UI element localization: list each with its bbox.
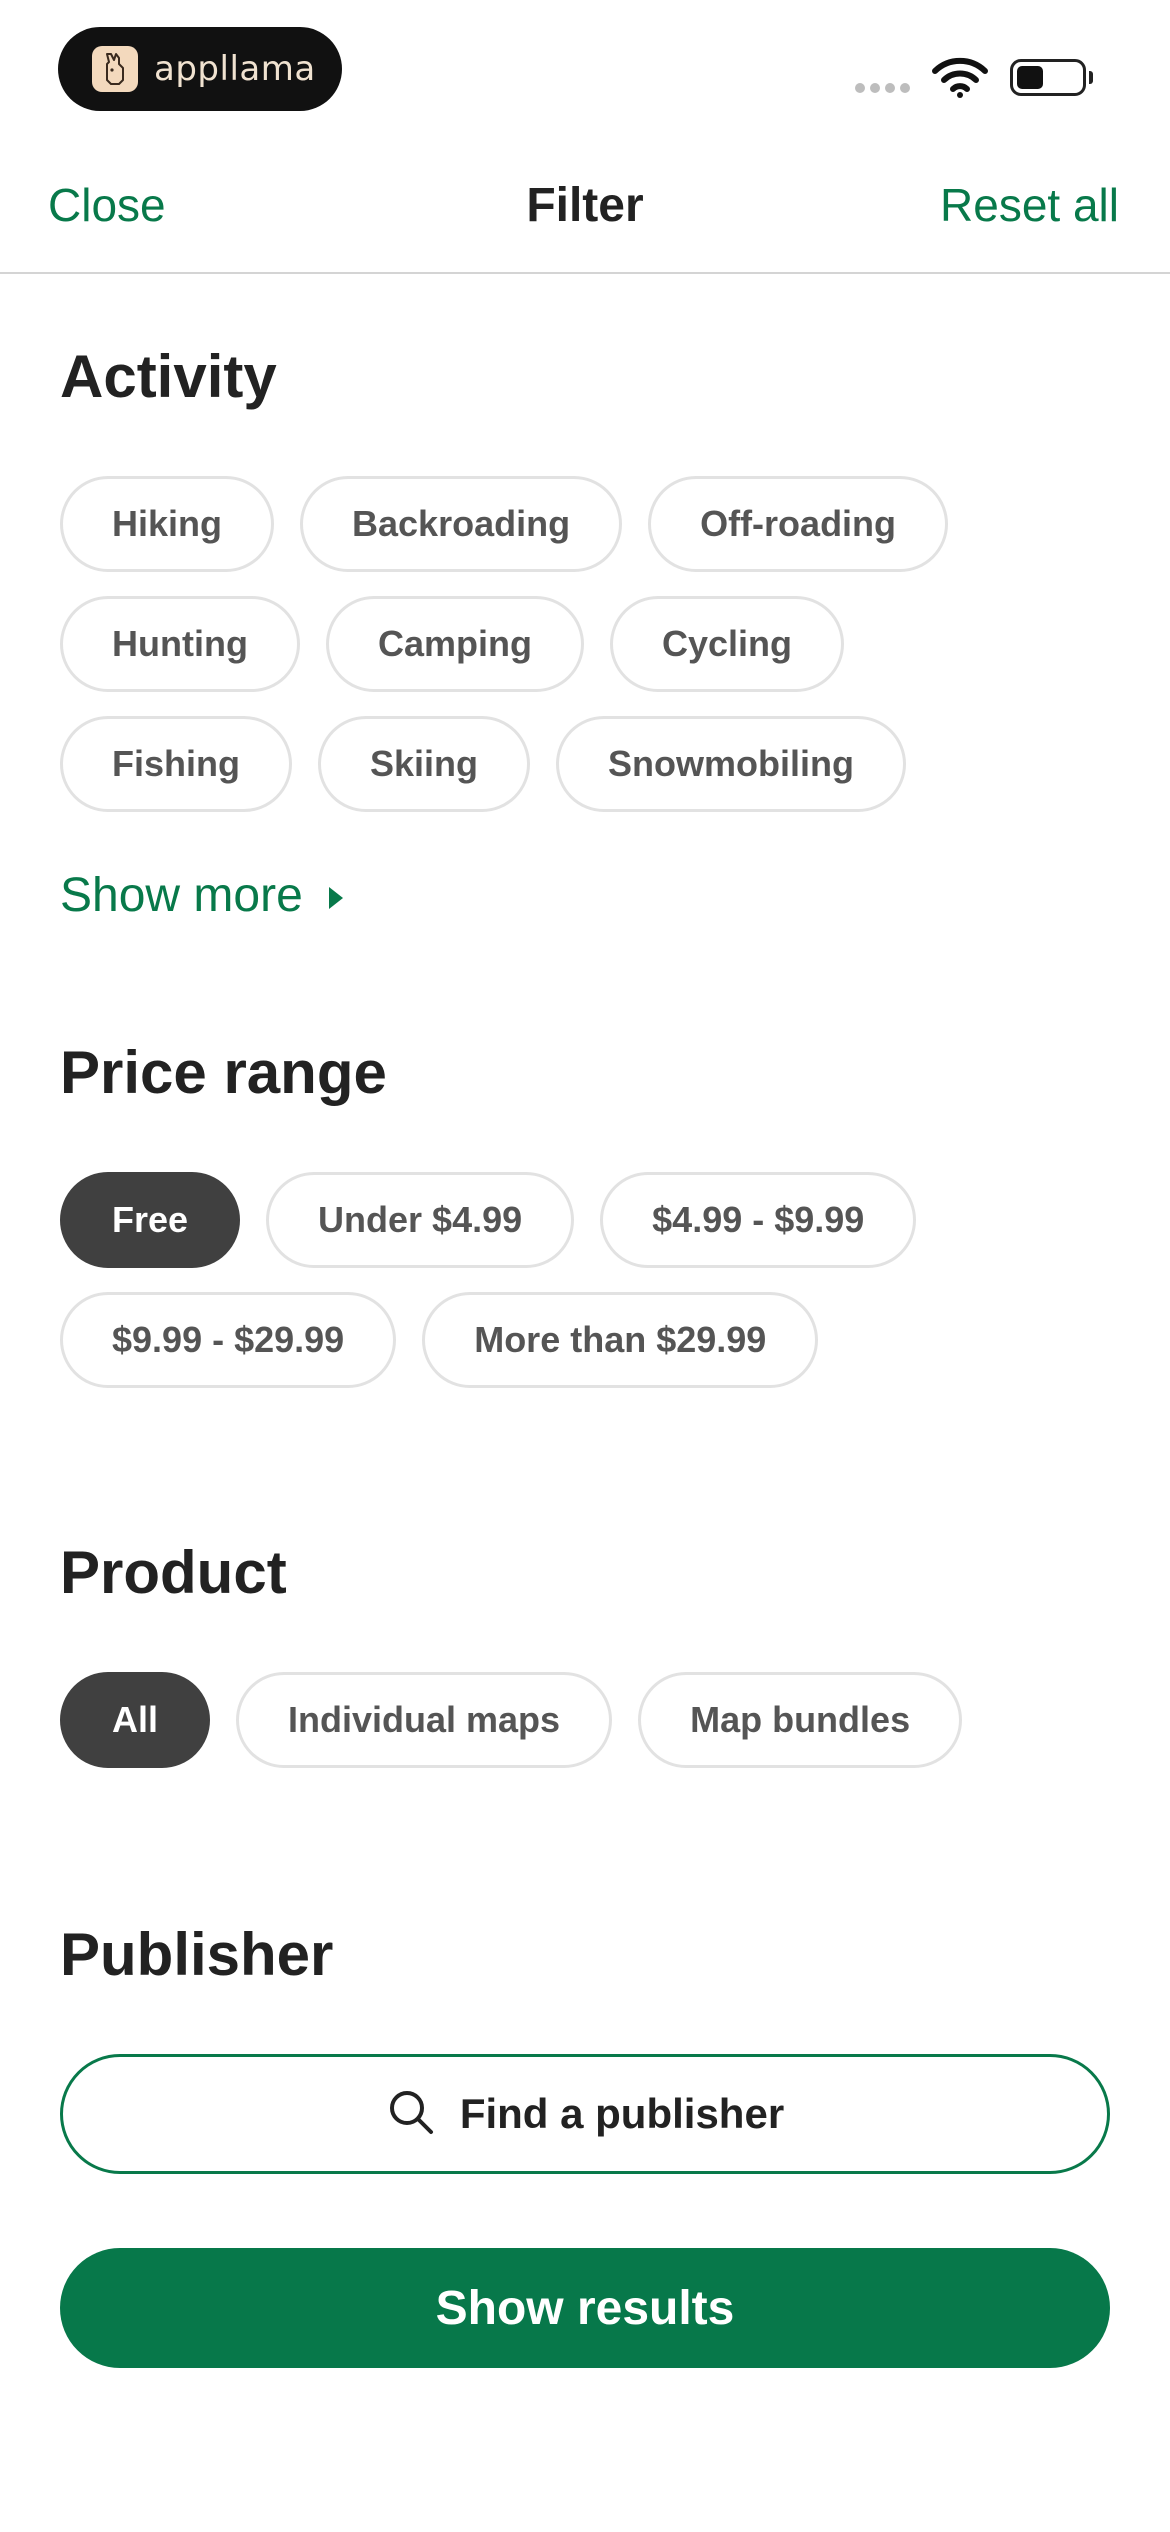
show-more-label: Show more	[60, 869, 303, 922]
brand-pill: appllama	[58, 27, 342, 111]
status-bar: appllama	[0, 0, 1170, 150]
battery-icon	[1010, 59, 1086, 96]
filter-screen: appllama Close Filter Reset all Activity…	[0, 0, 1170, 2532]
caret-right-icon	[328, 886, 343, 909]
product-section-title: Product	[60, 1539, 287, 1606]
search-icon	[386, 2087, 436, 2142]
activity-chip-snowmobiling[interactable]: Snowmobiling	[556, 716, 907, 812]
product-chip-map-bundles[interactable]: Map bundles	[638, 1672, 963, 1768]
cellular-signal-icon	[855, 83, 910, 93]
wifi-icon	[932, 56, 988, 103]
battery-tip	[1089, 71, 1093, 84]
activity-chip-row-3: Fishing Skiing Snowmobiling	[60, 716, 907, 812]
price-chip-row-1: Free Under $4.99 $4.99 - $9.99	[60, 1172, 917, 1268]
nav-bar: Close Filter Reset all	[0, 160, 1170, 274]
activity-chip-hiking[interactable]: Hiking	[60, 476, 275, 572]
price-chip-4-99-9-99[interactable]: $4.99 - $9.99	[600, 1172, 917, 1268]
price-chip-row-2: $9.99 - $29.99 More than $29.99	[60, 1292, 819, 1388]
activity-chip-row-2: Hunting Camping Cycling	[60, 596, 844, 692]
activity-section-title: Activity	[60, 343, 277, 410]
find-publisher-button[interactable]: Find a publisher	[60, 2054, 1110, 2174]
activity-chip-hunting[interactable]: Hunting	[60, 596, 300, 692]
show-results-button[interactable]: Show results	[60, 2248, 1110, 2368]
activity-chip-row-1: Hiking Backroading Off-roading	[60, 476, 949, 572]
activity-chip-off-roading[interactable]: Off-roading	[648, 476, 949, 572]
llama-logo-icon	[92, 46, 138, 92]
reset-all-button[interactable]: Reset all	[940, 178, 1119, 232]
product-chip-row: All Individual maps Map bundles	[60, 1672, 963, 1768]
activity-chip-fishing[interactable]: Fishing	[60, 716, 292, 812]
price-range-section-title: Price range	[60, 1039, 387, 1106]
show-more-button[interactable]: Show more	[60, 868, 343, 923]
find-publisher-label: Find a publisher	[459, 2090, 785, 2137]
brand-name: appllama	[154, 49, 316, 89]
product-chip-individual-maps[interactable]: Individual maps	[236, 1672, 613, 1768]
activity-chip-backroading[interactable]: Backroading	[300, 476, 623, 572]
price-chip-under-4-99[interactable]: Under $4.99	[266, 1172, 575, 1268]
price-chip-9-99-29-99[interactable]: $9.99 - $29.99	[60, 1292, 397, 1388]
publisher-section-title: Publisher	[60, 1921, 334, 1988]
price-chip-free[interactable]: Free	[60, 1172, 241, 1268]
activity-chip-skiing[interactable]: Skiing	[318, 716, 531, 812]
price-chip-more-than-29-99[interactable]: More than $29.99	[422, 1292, 819, 1388]
activity-chip-cycling[interactable]: Cycling	[609, 596, 844, 692]
product-chip-all[interactable]: All	[60, 1672, 211, 1768]
show-results-label: Show results	[435, 2281, 735, 2335]
activity-chip-camping[interactable]: Camping	[325, 596, 584, 692]
